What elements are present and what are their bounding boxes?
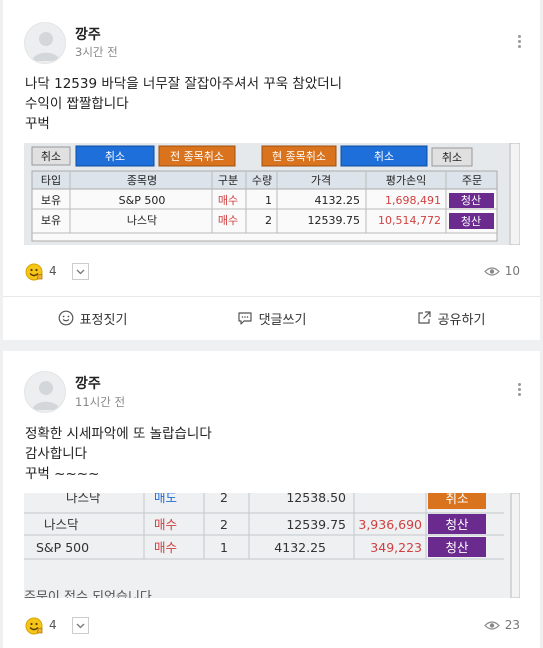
row1-qty: 1 bbox=[265, 194, 272, 207]
row1-name: 나스닥 bbox=[44, 517, 79, 532]
reaction-count: 4 bbox=[49, 264, 57, 278]
view-count: 10 bbox=[504, 264, 520, 278]
row2-type: 보유 bbox=[41, 214, 61, 227]
btn-cancel-current: 현 종목취소 bbox=[272, 150, 326, 163]
avatar[interactable] bbox=[24, 22, 66, 64]
row1-price: 12539.75 bbox=[286, 517, 346, 532]
comment-button[interactable]: 댓글쓰기 bbox=[182, 297, 361, 339]
row2-pnl: 349,223 bbox=[370, 540, 422, 555]
share-icon bbox=[417, 311, 431, 324]
comment-label: 댓글쓰기 bbox=[258, 312, 307, 328]
row0-order: 취소 bbox=[445, 493, 468, 506]
row2-side: 매수 bbox=[218, 214, 238, 227]
row2-order: 청산 bbox=[445, 540, 469, 555]
post-stats: 4 23 bbox=[25, 616, 520, 636]
row2-name: S&P 500 bbox=[36, 540, 89, 555]
trading-screenshot: 나스닥 매도 2 12538.50 취소 나스닥 매수 2 12539.75 3… bbox=[24, 493, 520, 598]
col-type: 타입 bbox=[41, 174, 61, 187]
row0-side: 매도 bbox=[154, 493, 177, 505]
chevron-down-icon[interactable] bbox=[72, 617, 89, 634]
btn-cancel-all: 전 종목취소 bbox=[170, 150, 224, 163]
row1-side: 매수 bbox=[154, 517, 177, 532]
chevron-down-icon[interactable] bbox=[72, 263, 89, 280]
emotion-label: 표정짓기 bbox=[79, 312, 128, 328]
share-label: 공유하기 bbox=[437, 312, 486, 328]
row1-pnl: 1,698,491 bbox=[385, 194, 441, 207]
row1-price: 4132.25 bbox=[315, 194, 361, 207]
emotion-button[interactable]: 표정짓기 bbox=[3, 297, 182, 339]
row2-qty: 2 bbox=[265, 214, 272, 227]
post-time: 3시간 전 bbox=[75, 45, 118, 59]
col-side: 구분 bbox=[218, 174, 238, 187]
smile-outline-icon bbox=[58, 310, 73, 326]
row2-price: 4132.25 bbox=[274, 540, 326, 555]
row1-qty: 2 bbox=[220, 517, 228, 532]
row0-qty: 2 bbox=[220, 493, 228, 505]
post-body: 정확한 시세파악에 또 놀랍습니다 감사합니다 꾸벅 ~~~~ bbox=[25, 426, 212, 482]
reaction-smile-icon[interactable] bbox=[25, 616, 45, 636]
row2-pnl: 10,514,772 bbox=[378, 214, 441, 227]
btn-cancel-1: 취소 bbox=[41, 150, 61, 163]
view-count: 23 bbox=[504, 618, 520, 632]
col-pnl: 평가손익 bbox=[386, 174, 426, 187]
col-order: 주문 bbox=[462, 174, 482, 187]
row1-pnl: 3,936,690 bbox=[358, 517, 422, 532]
more-options-icon[interactable] bbox=[514, 381, 524, 399]
col-qty: 수량 bbox=[252, 174, 272, 187]
row1-name: S&P 500 bbox=[119, 194, 166, 207]
view-count-group: 23 bbox=[483, 618, 520, 632]
trading-screenshot: 취소 취소 전 종목취소 현 종목취소 취소 취소 타입 종목명 구분 수량 가… bbox=[24, 143, 520, 245]
row2-order: 청산 bbox=[461, 215, 481, 228]
avatar[interactable] bbox=[24, 371, 66, 413]
view-count-group: 10 bbox=[483, 264, 520, 278]
btn-cancel-3: 취소 bbox=[374, 150, 394, 163]
post-time: 11시간 전 bbox=[75, 395, 126, 409]
post-card: 깡주 3시간 전 나닥 12539 바닥을 너무잘 잘잡아주셔서 꾸욱 참았더니… bbox=[3, 0, 540, 340]
row2-price: 12539.75 bbox=[308, 214, 361, 227]
col-price: 가격 bbox=[311, 174, 331, 187]
post-stats: 4 10 bbox=[25, 262, 520, 282]
reaction-count: 4 bbox=[49, 618, 57, 632]
row0-name: 나스닥 bbox=[66, 493, 101, 505]
row2-name: 나스닥 bbox=[127, 214, 157, 227]
post-image[interactable]: 나스닥 매도 2 12538.50 취소 나스닥 매수 2 12539.75 3… bbox=[24, 493, 520, 598]
user-placeholder-icon bbox=[32, 32, 60, 61]
row1-order: 청산 bbox=[445, 517, 469, 532]
more-options-icon[interactable] bbox=[514, 33, 524, 51]
row1-order: 청산 bbox=[461, 194, 481, 207]
row2-side: 매수 bbox=[154, 540, 177, 555]
share-button[interactable]: 공유하기 bbox=[361, 297, 540, 339]
btn-cancel-2: 취소 bbox=[105, 150, 125, 163]
col-name: 종목명 bbox=[127, 174, 157, 187]
btn-cancel-4: 취소 bbox=[442, 151, 462, 164]
author-name[interactable]: 깡주 bbox=[75, 24, 101, 44]
row1-type: 보유 bbox=[41, 194, 61, 207]
reaction-smile-icon[interactable] bbox=[25, 262, 45, 282]
eye-icon bbox=[483, 266, 500, 276]
eye-icon bbox=[483, 620, 500, 630]
post-image[interactable]: 취소 취소 전 종목취소 현 종목취소 취소 취소 타입 종목명 구분 수량 가… bbox=[24, 143, 520, 245]
row2-qty: 1 bbox=[220, 540, 228, 555]
comment-icon bbox=[237, 312, 252, 325]
author-name[interactable]: 깡주 bbox=[75, 373, 101, 393]
row1-side: 매수 bbox=[218, 194, 238, 207]
user-placeholder-icon bbox=[32, 381, 60, 410]
post-card: 깡주 11시간 전 정확한 시세파악에 또 놀랍습니다 감사합니다 꾸벅 ~~~… bbox=[3, 351, 540, 648]
row0-price: 12538.50 bbox=[286, 493, 346, 505]
post-body: 나닥 12539 바닥을 너무잘 잘잡아주셔서 꾸욱 참았더니 수익이 짭짤합니… bbox=[25, 76, 343, 132]
action-bar: 표정짓기 댓글쓰기 공유하기 bbox=[3, 297, 540, 339]
status-message: 주문이 접수 되었습니다 bbox=[24, 590, 152, 598]
